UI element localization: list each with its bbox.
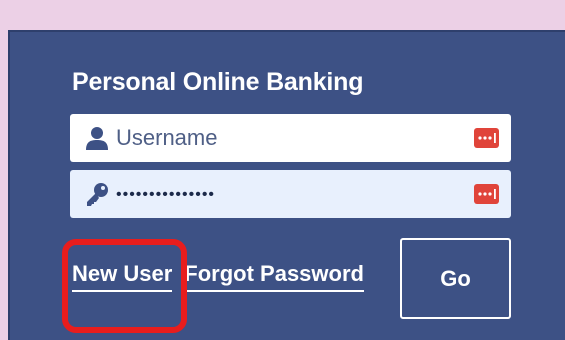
- password-manager-icon[interactable]: [474, 184, 499, 204]
- new-user-highlight: [62, 239, 187, 333]
- user-icon: [86, 127, 108, 150]
- username-field[interactable]: [70, 114, 511, 162]
- login-title: Personal Online Banking: [72, 68, 364, 96]
- username-input[interactable]: [116, 114, 456, 162]
- login-panel: Personal Online Banking Username New Use…: [8, 30, 565, 340]
- password-input[interactable]: [116, 171, 456, 219]
- go-button[interactable]: Go: [400, 238, 511, 319]
- password-field[interactable]: [70, 170, 511, 219]
- password-manager-icon[interactable]: [474, 128, 499, 148]
- key-icon: [87, 183, 108, 206]
- forgot-password-link[interactable]: Forgot Password: [184, 261, 364, 292]
